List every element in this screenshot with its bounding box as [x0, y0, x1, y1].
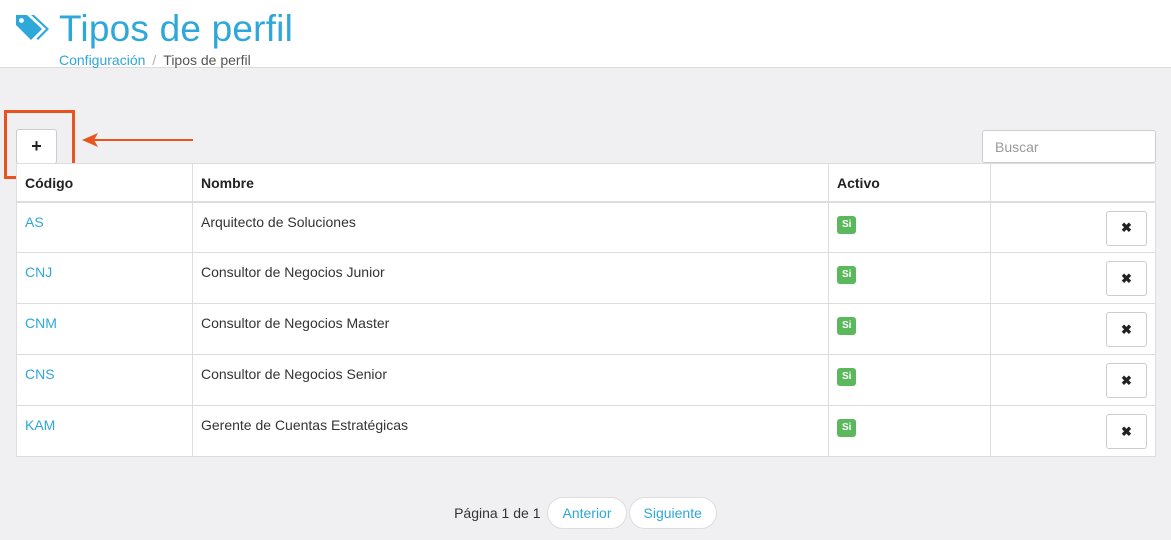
breadcrumb-current: Tipos de perfil — [163, 52, 251, 68]
page-info: Página 1 de 1 — [454, 505, 541, 521]
pagination: Página 1 de 1 Anterior Siguiente — [0, 497, 1171, 529]
tag-icon — [16, 15, 49, 40]
breadcrumb-separator: / — [152, 52, 157, 68]
active-badge: Si — [837, 368, 857, 386]
table-row: AS Arquitecto de Soluciones Si ✖ — [17, 201, 1156, 253]
column-header-active[interactable]: Activo — [828, 163, 991, 203]
delete-button[interactable]: ✖ — [1106, 210, 1147, 246]
delete-button[interactable]: ✖ — [1106, 312, 1147, 347]
row-code-link[interactable]: CNJ — [25, 264, 52, 280]
table-row: CNS Consultor de Negocios Senior Si ✖ — [16, 354, 1156, 406]
delete-button[interactable]: ✖ — [1106, 261, 1147, 296]
active-badge: Si — [837, 317, 857, 335]
column-header-actions — [990, 163, 1156, 203]
row-code-link[interactable]: KAM — [25, 417, 55, 433]
row-code-link[interactable]: AS — [25, 214, 44, 230]
profile-types-table: Código Nombre Activo AS Arquitecto de So… — [16, 163, 1156, 457]
row-name: Gerente de Cuentas Estratégicas — [192, 405, 829, 457]
breadcrumb-link-configuracion[interactable]: Configuración — [59, 52, 145, 68]
table-row: CNJ Consultor de Negocios Junior Si ✖ — [16, 252, 1156, 304]
row-code-link[interactable]: CNM — [25, 315, 57, 331]
arrow-annotation — [82, 133, 193, 147]
column-header-code[interactable]: Código — [16, 163, 193, 203]
breadcrumb: Configuración / Tipos de perfil — [59, 52, 251, 68]
table-header-row: Código Nombre Activo — [16, 163, 1156, 203]
previous-page-button[interactable]: Anterior — [547, 497, 627, 529]
next-page-button[interactable]: Siguiente — [628, 497, 717, 529]
add-button[interactable]: + — [16, 129, 57, 164]
page-header: Tipos de perfil Configuración / Tipos de p… — [0, 0, 1171, 68]
row-name: Consultor de Negocios Senior — [192, 354, 829, 406]
row-name: Arquitecto de Soluciones — [192, 201, 829, 253]
active-badge: Si — [837, 419, 857, 437]
search-input[interactable] — [982, 130, 1156, 163]
table-row: KAM Gerente de Cuentas Estratégicas Si ✖ — [16, 405, 1156, 457]
delete-button[interactable]: ✖ — [1106, 363, 1147, 398]
active-badge: Si — [837, 266, 857, 284]
active-badge: Si — [837, 215, 857, 234]
row-code-link[interactable]: CNS — [25, 366, 55, 382]
column-header-name[interactable]: Nombre — [192, 163, 829, 203]
table-row: CNM Consultor de Negocios Master Si ✖ — [16, 303, 1156, 355]
delete-button[interactable]: ✖ — [1106, 414, 1147, 449]
page-title: Tipos de perfil — [59, 8, 294, 49]
row-name: Consultor de Negocios Master — [192, 303, 829, 355]
row-name: Consultor de Negocios Junior — [192, 252, 829, 304]
